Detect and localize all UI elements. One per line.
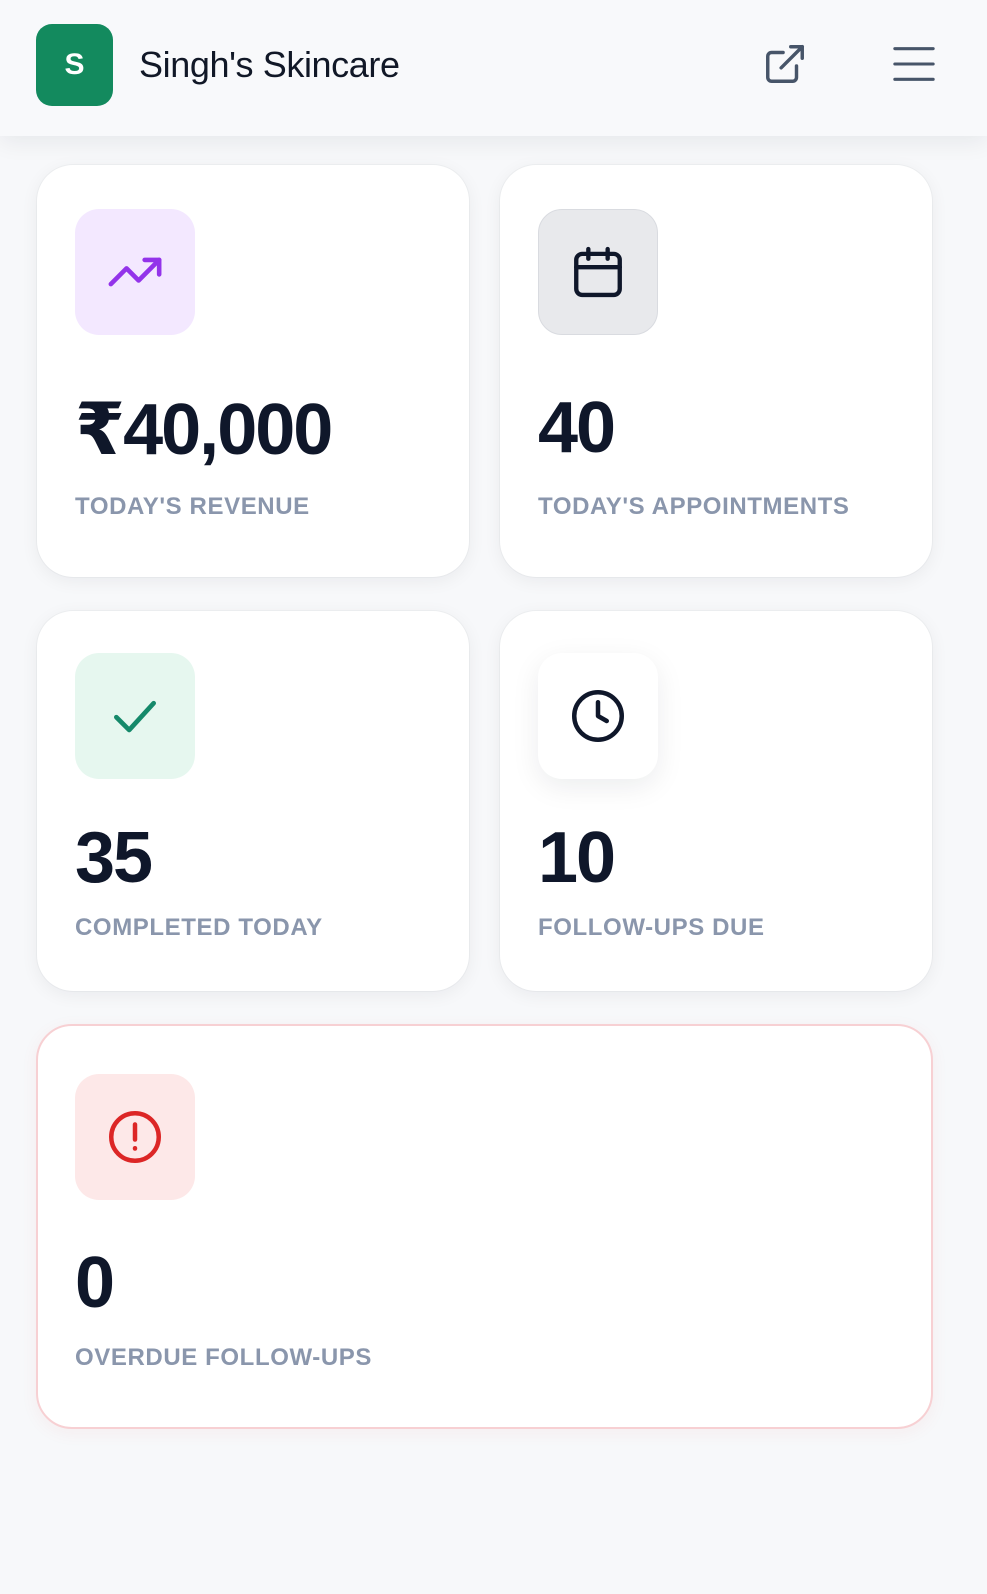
overdue-label: OVERDUE FOLLOW-UPS xyxy=(75,1344,372,1371)
trending-up-icon xyxy=(108,257,162,287)
alert-circle-icon xyxy=(109,1111,161,1163)
menu-button[interactable] xyxy=(888,38,940,90)
external-link-icon xyxy=(766,45,804,83)
calendar-icon xyxy=(574,246,622,298)
appointments-icon-box xyxy=(538,209,658,335)
check-icon xyxy=(114,700,157,733)
completed-icon-box xyxy=(75,653,195,779)
completed-value: 35 xyxy=(75,818,153,898)
stat-card-appointments[interactable]: 40 TODAY'S APPOINTMENTS xyxy=(500,165,932,577)
follow-ups-label: FOLLOW-UPS DUE xyxy=(538,914,765,941)
brand-logo[interactable]: S xyxy=(36,24,113,106)
revenue-label: TODAY'S REVENUE xyxy=(75,493,310,520)
revenue-icon-box xyxy=(75,209,195,335)
completed-label: COMPLETED TODAY xyxy=(75,914,323,941)
stat-card-overdue[interactable]: 0 OVERDUE FOLLOW-UPS xyxy=(36,1024,933,1429)
appointments-value: 40 xyxy=(538,388,616,468)
app-title: Singh's Skincare xyxy=(139,44,400,85)
app-header: S Singh's Skincare xyxy=(0,0,987,136)
appointments-label: TODAY'S APPOINTMENTS xyxy=(538,493,850,520)
logo-letter: S xyxy=(64,48,85,81)
stat-card-revenue[interactable]: ₹40,000 TODAY'S REVENUE xyxy=(37,165,469,577)
hamburger-menu-icon xyxy=(893,47,935,81)
stat-card-follow-ups[interactable]: 10 FOLLOW-UPS DUE xyxy=(500,611,932,991)
open-external-button[interactable] xyxy=(759,38,811,90)
clock-icon xyxy=(572,690,624,742)
overdue-value: 0 xyxy=(75,1243,115,1323)
follow-ups-value: 10 xyxy=(538,818,616,898)
overdue-icon-box xyxy=(75,1074,195,1200)
follow-ups-icon-box xyxy=(538,653,658,779)
stat-card-completed[interactable]: 35 COMPLETED TODAY xyxy=(37,611,469,991)
revenue-value: ₹40,000 xyxy=(75,390,333,470)
